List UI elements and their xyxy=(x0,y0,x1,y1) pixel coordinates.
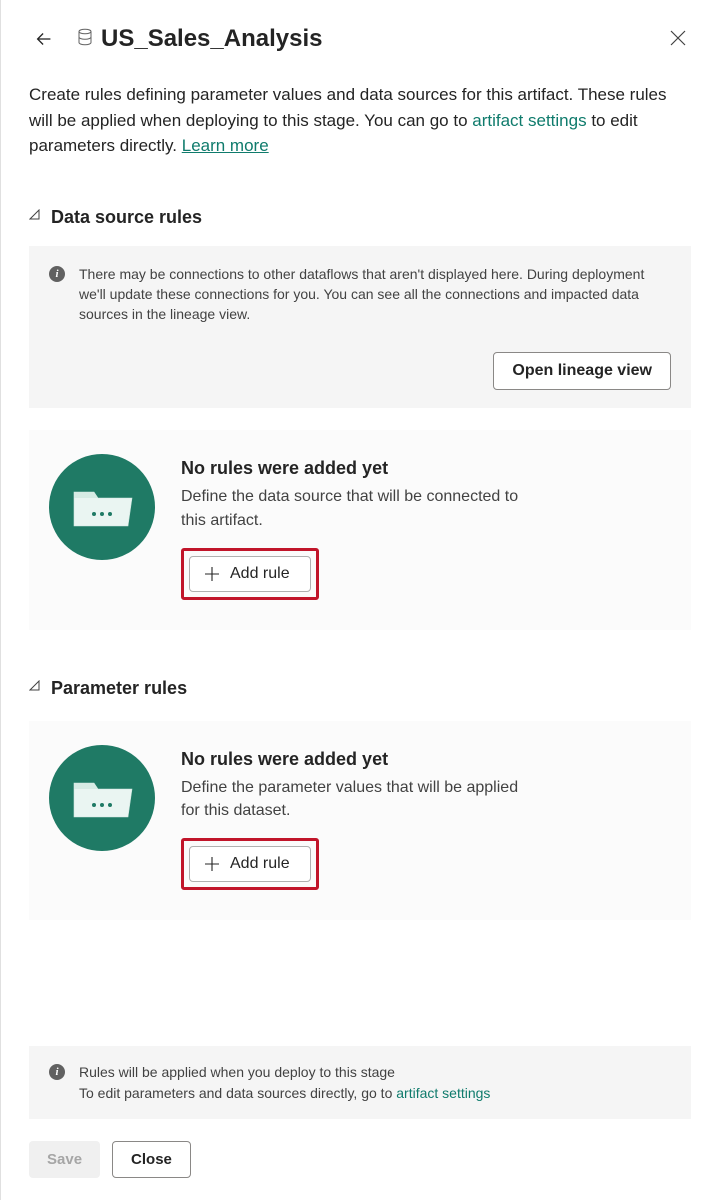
highlight-box: Add rule xyxy=(181,838,319,890)
page-title: US_Sales_Analysis xyxy=(101,25,322,53)
bottom-info-line1: Rules will be applied when you deploy to… xyxy=(79,1062,671,1082)
close-footer-button[interactable]: Close xyxy=(112,1141,191,1178)
info-icon: i xyxy=(49,266,65,282)
highlight-box: Add rule xyxy=(181,548,319,600)
data-source-section-header[interactable]: Data source rules xyxy=(29,207,691,228)
description-text: Create rules defining parameter values a… xyxy=(29,82,691,159)
data-source-info-text: There may be connections to other datafl… xyxy=(79,264,671,325)
back-button[interactable] xyxy=(29,24,59,54)
data-source-empty-title: No rules were added yet xyxy=(181,458,671,479)
close-button[interactable] xyxy=(665,25,691,54)
bottom-info-line2: To edit parameters and data sources dire… xyxy=(79,1085,396,1101)
plus-icon xyxy=(204,856,220,872)
artifact-settings-link-bottom[interactable]: artifact settings xyxy=(396,1085,490,1101)
folder-icon xyxy=(49,454,155,560)
expand-icon xyxy=(29,208,41,226)
data-source-empty-card: No rules were added yet Define the data … xyxy=(29,430,691,629)
close-icon xyxy=(669,29,687,47)
artifact-settings-link[interactable]: artifact settings xyxy=(472,111,586,130)
data-source-title: Data source rules xyxy=(51,207,202,228)
parameter-empty-desc: Define the parameter values that will be… xyxy=(181,776,541,822)
data-source-info-box: i There may be connections to other data… xyxy=(29,246,691,409)
database-icon xyxy=(77,28,93,51)
parameter-empty-title: No rules were added yet xyxy=(181,749,671,770)
add-data-source-rule-button[interactable]: Add rule xyxy=(189,556,311,592)
info-icon: i xyxy=(49,1064,65,1080)
back-arrow-icon xyxy=(33,28,55,50)
data-source-empty-desc: Define the data source that will be conn… xyxy=(181,485,541,531)
add-rule-label: Add rule xyxy=(230,855,290,873)
parameter-empty-card: No rules were added yet Define the param… xyxy=(29,721,691,920)
open-lineage-view-button[interactable]: Open lineage view xyxy=(493,352,671,390)
panel-header: US_Sales_Analysis xyxy=(29,24,691,54)
learn-more-link[interactable]: Learn more xyxy=(182,136,269,155)
folder-icon xyxy=(49,745,155,851)
bottom-info-box: i Rules will be applied when you deploy … xyxy=(29,1046,691,1119)
add-parameter-rule-button[interactable]: Add rule xyxy=(189,846,311,882)
add-rule-label: Add rule xyxy=(230,565,290,583)
expand-icon xyxy=(29,679,41,697)
parameter-title: Parameter rules xyxy=(51,678,187,699)
save-button[interactable]: Save xyxy=(29,1141,100,1178)
footer: Save Close xyxy=(29,1141,691,1200)
parameter-section-header[interactable]: Parameter rules xyxy=(29,678,691,699)
plus-icon xyxy=(204,566,220,582)
open-lineage-label: Open lineage view xyxy=(512,362,652,380)
